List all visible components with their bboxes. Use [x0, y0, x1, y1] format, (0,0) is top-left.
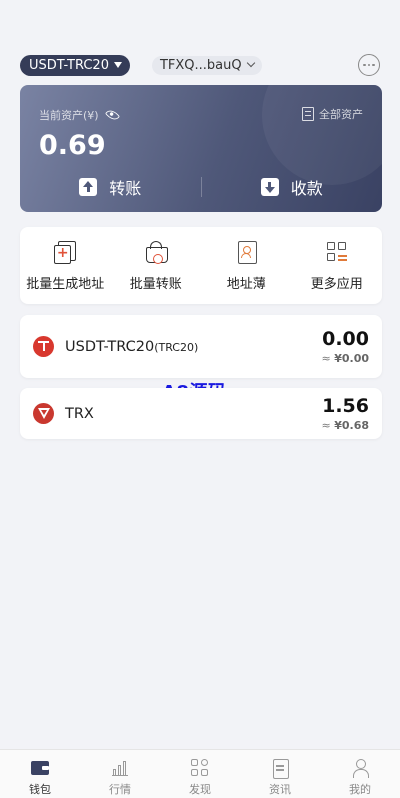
- token-selector-label: USDT-TRC20: [29, 57, 109, 73]
- token-row-trx[interactable]: TRX 1.56 ≈ ¥0.68: [20, 388, 382, 439]
- token-values: 0.00 ≈ ¥0.00: [321, 328, 369, 365]
- tron-icon: [33, 403, 54, 424]
- token-network: (TRC20): [154, 340, 199, 354]
- token-name: TRX: [65, 405, 94, 422]
- current-assets-label: 当前资产(¥): [39, 107, 120, 123]
- basket-icon: [143, 239, 169, 265]
- all-assets-link[interactable]: 全部资产: [302, 106, 363, 122]
- user-icon: [350, 758, 370, 778]
- app-address-book[interactable]: 地址薄: [201, 227, 292, 304]
- address-selector[interactable]: TFXQ...bauQ: [151, 55, 262, 75]
- copy-plus-icon: [52, 239, 78, 265]
- token-selector[interactable]: USDT-TRC20: [20, 54, 130, 76]
- token-fiat-value: ≈ ¥0.00: [321, 352, 369, 365]
- news-icon: [270, 758, 290, 779]
- app-more[interactable]: 更多应用: [292, 227, 383, 304]
- nav-wallet[interactable]: 钱包: [0, 750, 80, 798]
- card-actions: 转账 收款: [20, 175, 382, 199]
- token-amount: 0.00: [322, 328, 369, 350]
- discover-grid-icon: [190, 758, 210, 778]
- chat-bubble-icon[interactable]: [358, 54, 380, 76]
- token-fiat-value: ≈ ¥0.68: [321, 419, 369, 432]
- nav-market[interactable]: 行情: [80, 750, 160, 798]
- token-row-usdt[interactable]: USDT-TRC20(TRC20) 0.00 ≈ ¥0.00: [20, 315, 382, 378]
- nav-discover[interactable]: 发现: [160, 750, 240, 798]
- download-arrow-icon: [260, 178, 279, 196]
- transfer-button[interactable]: 转账: [20, 175, 201, 199]
- app-batch-transfer[interactable]: 批量转账: [111, 227, 202, 304]
- wallet-icon: [30, 758, 50, 778]
- address-selector-label: TFXQ...bauQ: [159, 57, 242, 73]
- token-amount: 1.56: [322, 395, 369, 417]
- receive-button[interactable]: 收款: [202, 175, 383, 199]
- nav-me[interactable]: 我的: [320, 750, 400, 798]
- grid-icon: [324, 239, 350, 265]
- document-icon: [302, 107, 314, 121]
- chart-icon: [110, 758, 130, 778]
- balance-value: 0.69: [39, 130, 106, 161]
- app-batch-generate-address[interactable]: 批量生成地址: [20, 227, 111, 304]
- contact-book-icon: [233, 239, 259, 265]
- bottom-nav: 钱包 行情 发现 资讯 我的: [0, 749, 400, 798]
- apps-card: 批量生成地址 批量转账 地址薄 更多应用: [20, 227, 382, 304]
- token-values: 1.56 ≈ ¥0.68: [321, 395, 369, 432]
- upload-arrow-icon: [79, 178, 98, 196]
- tether-icon: [33, 336, 54, 357]
- token-name: USDT-TRC20(TRC20): [65, 338, 199, 355]
- asset-card: 当前资产(¥) 全部资产 0.69 转账 收款: [20, 85, 382, 212]
- nav-news[interactable]: 资讯: [240, 750, 320, 798]
- chevron-down-icon: [246, 58, 255, 68]
- eye-icon[interactable]: [104, 107, 120, 123]
- top-bar: USDT-TRC20 TFXQ...bauQ: [20, 54, 380, 76]
- caret-down-icon: [113, 62, 122, 68]
